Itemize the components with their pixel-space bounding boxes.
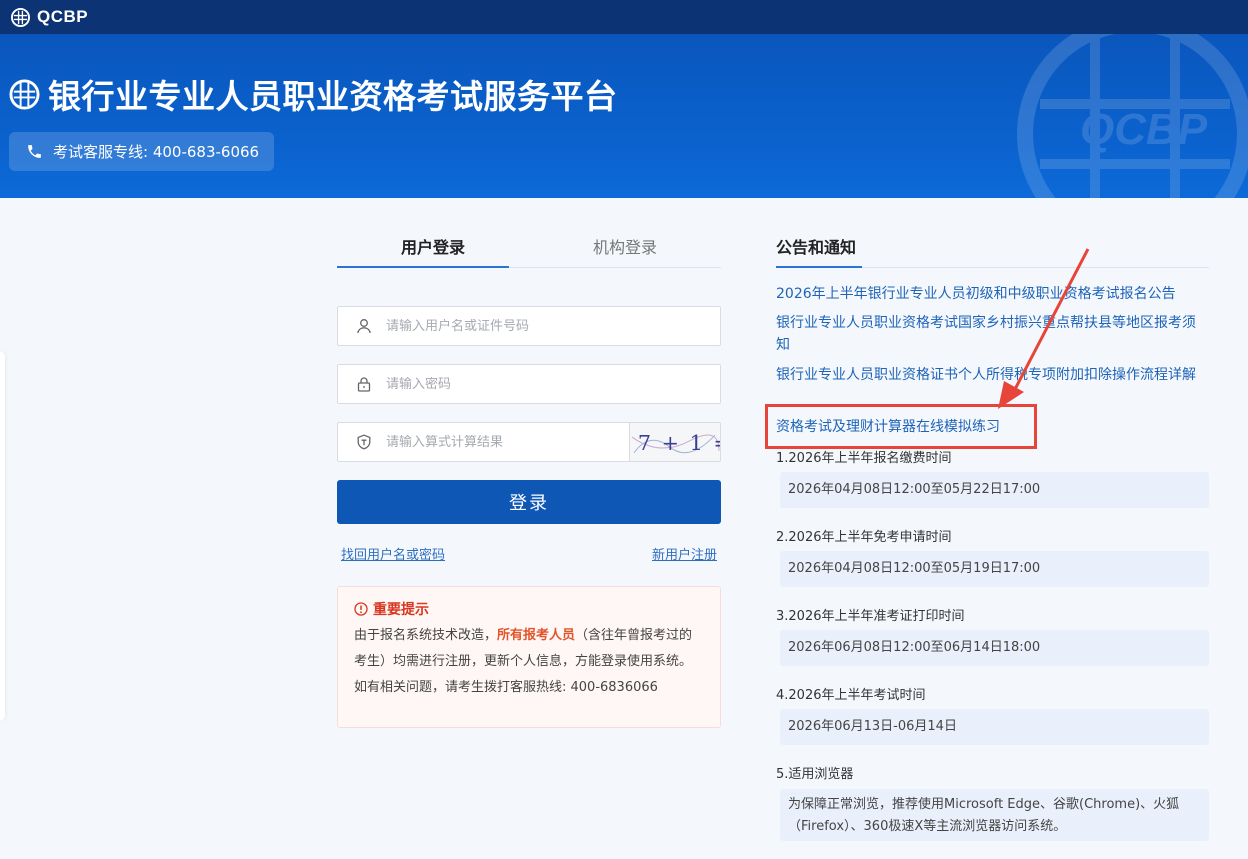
captcha-field[interactable]: 7 + 1 = (337, 422, 721, 462)
user-icon (357, 319, 371, 334)
section-label: 2.2026年上半年免考申请时间 (776, 530, 952, 545)
notice-header: 重要提示 (354, 599, 704, 619)
site-title-row: 银行业专业人员职业资格考试服务平台 (9, 70, 618, 118)
lock-icon (357, 377, 371, 392)
qcbp-logo-icon (11, 7, 30, 27)
notice-highlight: 所有报考人员 (497, 628, 576, 643)
password-input[interactable] (386, 376, 626, 392)
important-notice: 重要提示 由于报名系统技术改造，所有报考人员（含往年曾报考过的考生）均需进行注册… (337, 586, 721, 728)
brand-label: QCBP (37, 7, 89, 26)
notice-body: 由于报名系统技术改造，所有报考人员（含往年曾报考过的考生）均需进行注册，更新个人… (354, 623, 704, 701)
section-value: 2026年04月08日12:00至05月19日17:00 (780, 551, 1209, 587)
phone-icon (28, 145, 41, 158)
captcha-image[interactable]: 7 + 1 = (629, 423, 720, 461)
forgot-credentials-link[interactable]: 找回用户名或密码 (341, 544, 445, 563)
news-panel: 公告和通知 2026年上半年银行业专业人员初级和中级职业资格考试报名公告 银行业… (776, 228, 1209, 841)
login-panel: 用户登录 机构登录 7 + 1 = 登录 找回用户名或密码 新用户 (337, 228, 721, 728)
register-link[interactable]: 新用户注册 (652, 544, 717, 563)
watermark-text: QCBP (1080, 105, 1208, 154)
hero-banner: QCBP 银行业专业人员职业资格考试服务平台 考试客服专线: 400-683-6… (0, 34, 1248, 198)
news-heading: 公告和通知 (776, 228, 1209, 268)
qcbp-emblem-icon (9, 78, 40, 110)
news-link-tax-deduction[interactable]: 银行业专业人员职业资格证书个人所得税专项附加扣除操作流程详解 (776, 364, 1209, 386)
captcha-text: 7 + 1 = (638, 431, 720, 455)
site-title: 银行业专业人员职业资格考试服务平台 (48, 77, 618, 116)
notice-text-before: 由于报名系统技术改造， (354, 628, 498, 643)
news-link-calculator-practice[interactable]: 资格考试及理财计算器在线模拟练习 (776, 416, 1209, 438)
username-input[interactable] (386, 318, 626, 334)
warning-icon (354, 602, 368, 616)
section-value: 2026年06月08日12:00至06月14日18:00 (780, 630, 1209, 666)
top-bar: QCBP (0, 0, 1248, 34)
hotline-text: 考试客服专线: 400-683-6066 (53, 143, 260, 161)
section-label: 5.适用浏览器 (776, 767, 854, 782)
news-link-rural-areas[interactable]: 银行业专业人员职业资格考试国家乡村振兴重点帮扶县等地区报考须知 (776, 312, 1209, 356)
password-field[interactable] (337, 364, 721, 404)
section-label: 3.2026年上半年准考证打印时间 (776, 609, 965, 624)
section-value: 2026年06月13日-06月14日 (780, 709, 1209, 745)
tab-org-login[interactable]: 机构登录 (529, 228, 721, 267)
section-value: 2026年04月08日12:00至05月22日17:00 (780, 472, 1209, 508)
captcha-input[interactable] (386, 434, 626, 450)
shield-icon (357, 434, 371, 450)
news-link-registration[interactable]: 2026年上半年银行业专业人员初级和中级职业资格考试报名公告 (776, 283, 1209, 305)
tab-user-login[interactable]: 用户登录 (337, 228, 529, 267)
notice-title: 重要提示 (373, 602, 429, 618)
section-label: 4.2026年上半年考试时间 (776, 688, 926, 703)
side-panel-edge (0, 352, 5, 720)
username-field[interactable] (337, 306, 721, 346)
hotline-badge: 考试客服专线: 400-683-6066 (9, 132, 275, 171)
login-tabs: 用户登录 机构登录 (337, 228, 721, 268)
login-button[interactable]: 登录 (337, 480, 721, 524)
section-label: 1.2026年上半年报名缴费时间 (776, 451, 952, 466)
section-value: 为保障正常浏览，推荐使用Microsoft Edge、谷歌(Chrome)、火狐… (780, 789, 1209, 841)
qcbp-watermark-icon: QCBP (1017, 34, 1248, 198)
